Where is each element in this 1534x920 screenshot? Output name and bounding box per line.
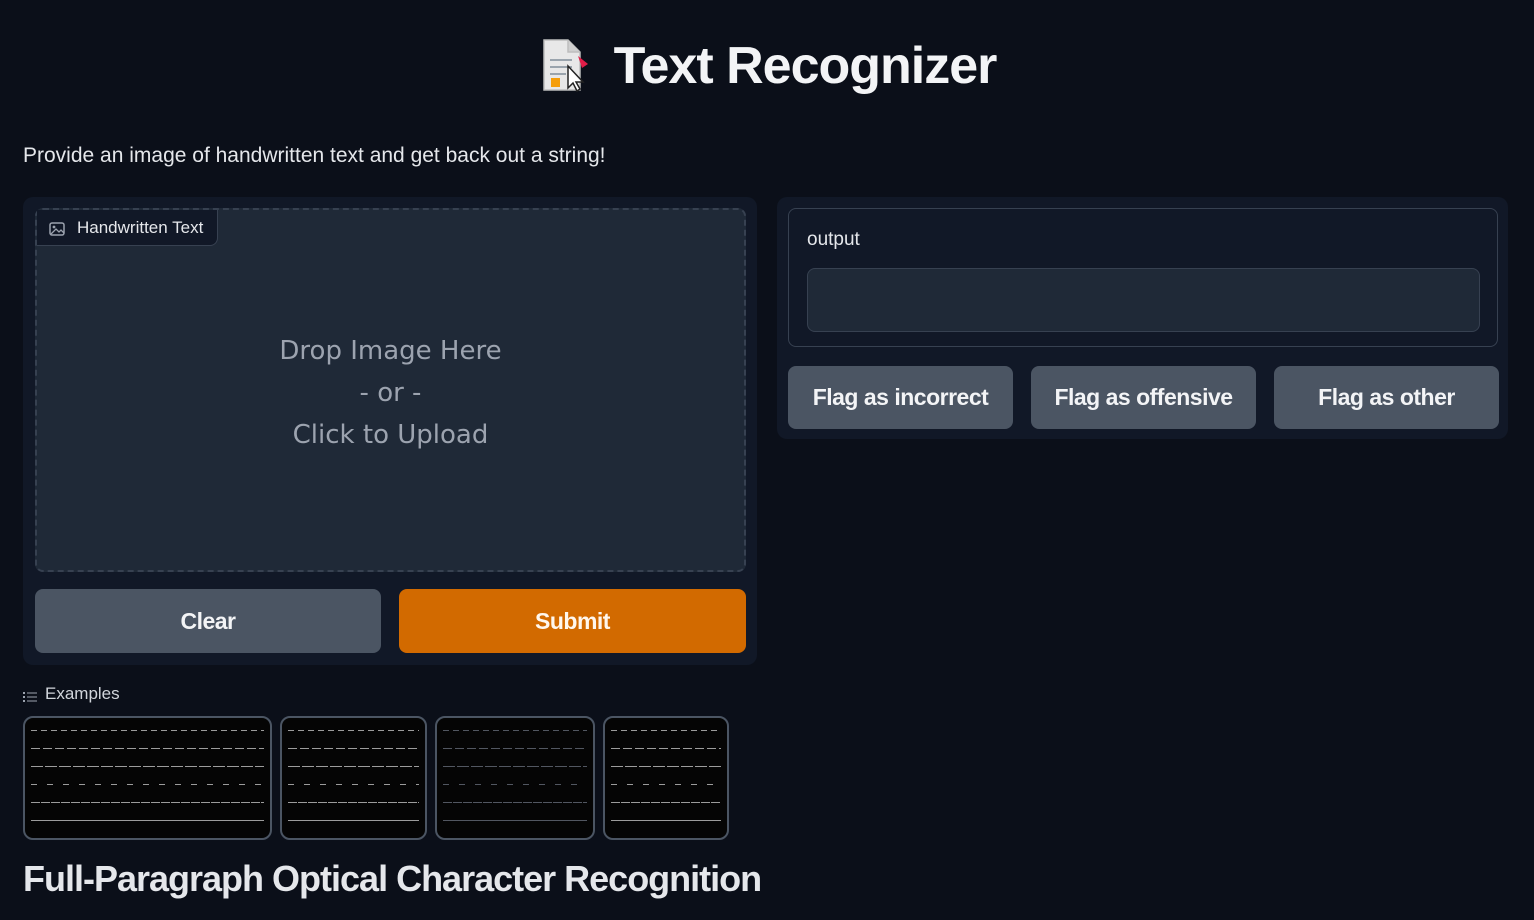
- flag-incorrect-button[interactable]: Flag as incorrect: [788, 366, 1013, 429]
- handwriting-line: [288, 730, 419, 731]
- handwriting-line: [31, 784, 264, 785]
- handwriting-line: [611, 766, 721, 767]
- document-with-cursor-icon: [538, 36, 592, 96]
- handwriting-line: [288, 748, 419, 749]
- examples-label-text: Examples: [45, 684, 120, 703]
- input-panel: Handwritten Text Drop Image Here - or - …: [23, 197, 757, 665]
- example-thumbnail[interactable]: [435, 716, 595, 840]
- page-title: Text Recognizer: [613, 37, 998, 95]
- examples-header: Examples: [23, 684, 120, 704]
- list-icon: [23, 688, 37, 702]
- handwriting-line: [443, 748, 587, 749]
- handwriting-line: [31, 748, 264, 749]
- flag-offensive-button[interactable]: Flag as offensive: [1031, 366, 1256, 429]
- handwriting-line: [443, 802, 587, 803]
- example-thumbnail[interactable]: [603, 716, 729, 840]
- submit-button[interactable]: Submit: [399, 589, 746, 653]
- clear-button[interactable]: Clear: [35, 589, 381, 653]
- drop-line: Drop Image Here: [279, 336, 502, 366]
- handwriting-line: [31, 802, 264, 803]
- output-label: output: [807, 229, 860, 250]
- output-textbox[interactable]: [807, 268, 1480, 332]
- section-heading: Full-Paragraph Optical Character Recogni…: [23, 858, 762, 899]
- output-container: output: [788, 208, 1498, 347]
- handwriting-line: [611, 820, 721, 821]
- handwriting-line: [443, 730, 587, 731]
- handwriting-line: [288, 766, 419, 767]
- handwriting-line: [611, 802, 721, 803]
- handwriting-line: [443, 766, 587, 767]
- image-icon: [49, 221, 65, 236]
- handwriting-line: [31, 766, 264, 767]
- app-page: Text Recognizer Provide an image of hand…: [0, 0, 1534, 920]
- example-thumbnail[interactable]: [23, 716, 272, 840]
- handwriting-line: [31, 820, 264, 821]
- handwriting-line: [611, 748, 721, 749]
- flag-other-button[interactable]: Flag as other: [1274, 366, 1499, 429]
- handwriting-line: [288, 802, 419, 803]
- handwriting-line: [288, 820, 419, 821]
- handwriting-line: [611, 784, 721, 785]
- example-thumbnail[interactable]: [280, 716, 427, 840]
- output-panel: output Flag as incorrect Flag as offensi…: [777, 197, 1508, 439]
- or-line: - or -: [359, 378, 422, 408]
- input-label-text: Handwritten Text: [77, 217, 204, 237]
- handwriting-line: [443, 820, 587, 821]
- handwriting-line: [288, 784, 419, 785]
- app-header: Text Recognizer: [0, 28, 1534, 104]
- image-upload-dropzone[interactable]: Handwritten Text Drop Image Here - or - …: [35, 208, 746, 572]
- upload-line: Click to Upload: [292, 420, 489, 450]
- input-label: Handwritten Text: [37, 210, 219, 246]
- handwriting-line: [611, 730, 721, 731]
- handwriting-line: [443, 784, 587, 785]
- app-description: Provide an image of handwritten text and…: [23, 144, 606, 167]
- upload-instructions: Drop Image Here - or - Click to Upload: [37, 330, 744, 456]
- handwriting-line: [31, 730, 264, 731]
